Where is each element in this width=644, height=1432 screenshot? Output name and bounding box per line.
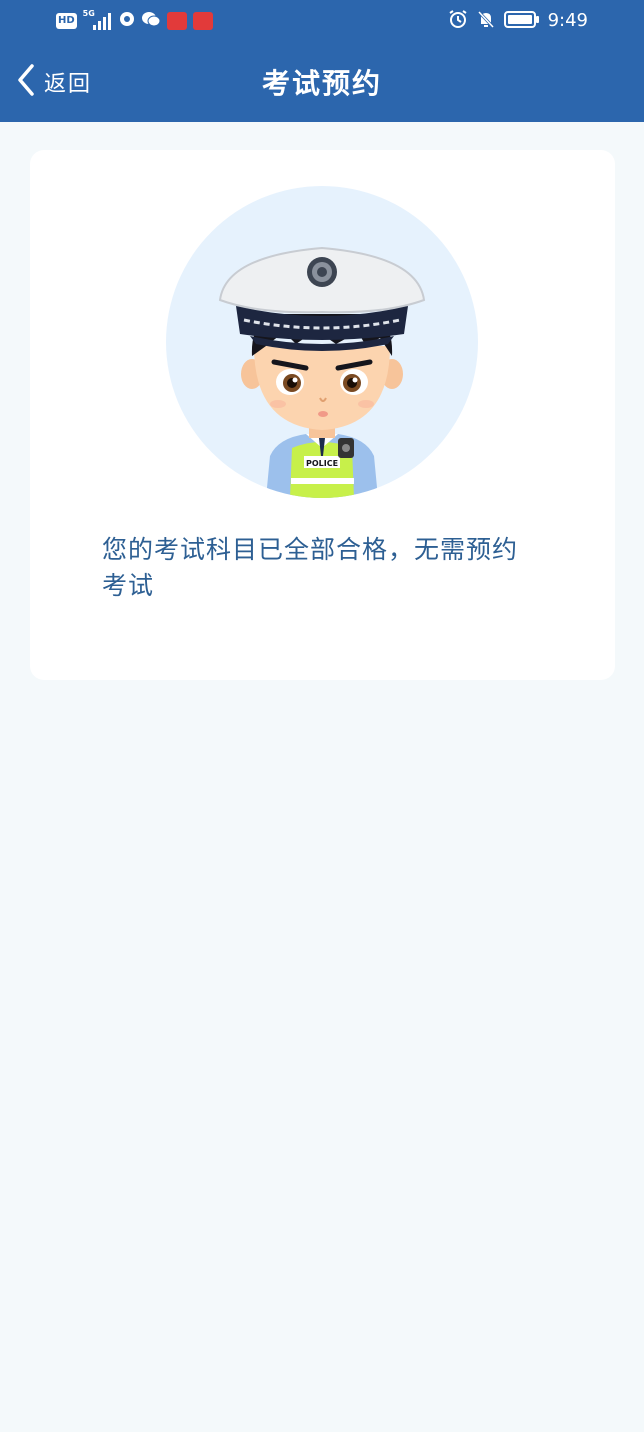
- hd-badge: HD: [56, 13, 77, 29]
- status-message: 您的考试科目已全部合格，无需预约考试: [102, 535, 519, 600]
- page-title: 考试预约: [261, 67, 382, 100]
- result-card: POLICE 您的考试科目已全部合格，无需预约考试: [30, 150, 615, 680]
- status-bar-left: HD 5G: [56, 9, 213, 32]
- status-bar: HD 5G 9:49: [0, 0, 644, 42]
- battery-icon: [503, 9, 540, 33]
- mute-icon: [476, 9, 496, 33]
- reader-app-icon: [192, 12, 213, 30]
- video-app-icon: [166, 12, 187, 30]
- police-avatar-illustration: POLICE: [166, 186, 478, 498]
- app-header: HD 5G 9:49 返回 考试预约: [0, 0, 644, 122]
- status-bar-right: 9:49: [448, 8, 588, 34]
- status-time: 9:49: [547, 10, 588, 31]
- nav-bar: 返回 考试预约: [0, 42, 644, 122]
- police-vest-label: POLICE: [306, 459, 338, 468]
- alarm-icon: [448, 9, 468, 33]
- wechat-icon: [141, 10, 161, 32]
- vpn-icon: [119, 11, 135, 31]
- signal-icon: 5G: [83, 9, 113, 31]
